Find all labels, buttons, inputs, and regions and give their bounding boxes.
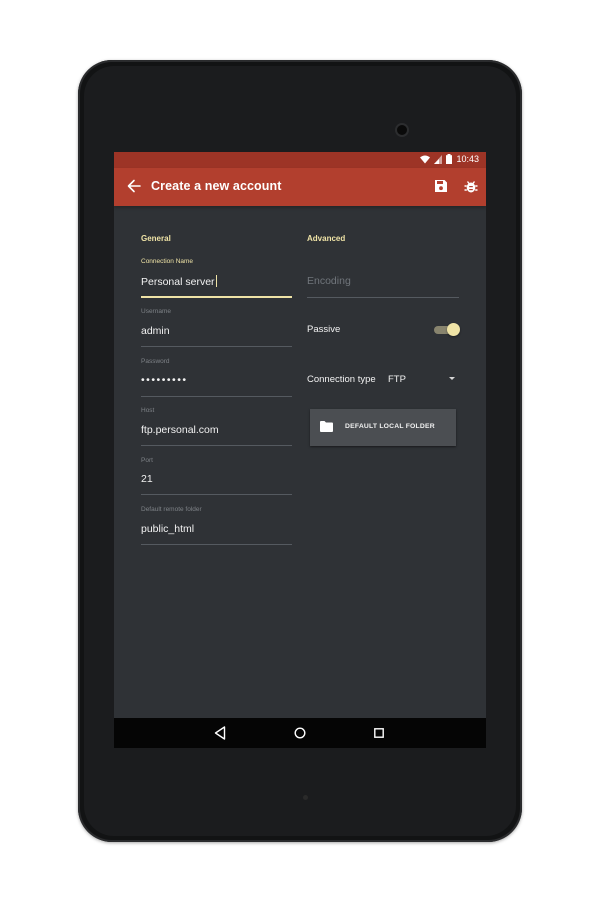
connection-name-label: Connection Name	[141, 258, 194, 265]
password-label: Password	[141, 358, 170, 365]
connection-name-value: Personal server	[141, 276, 215, 288]
host-label: Host	[141, 407, 155, 414]
host-field[interactable]: Host ftp.personal.com	[141, 407, 292, 447]
nav-bar	[114, 718, 486, 748]
host-underline	[141, 445, 292, 446]
form-content: General Connection Name Personal server …	[114, 206, 486, 718]
connection-name-field[interactable]: Connection Name Personal server	[141, 258, 292, 298]
folder-icon	[320, 421, 333, 432]
password-value: •••••••••	[141, 374, 188, 386]
battery-icon	[446, 154, 453, 164]
encoding-underline	[307, 297, 459, 298]
connection-type-label: Connection type	[307, 374, 376, 385]
app-bar: Create a new account	[114, 168, 486, 206]
status-time: 10:43	[456, 154, 479, 164]
light-sensor	[303, 795, 308, 800]
port-label: Port	[141, 457, 153, 464]
status-bar: 10:43	[114, 152, 486, 168]
remote-folder-underline	[141, 544, 292, 545]
default-local-folder-button[interactable]: DEFAULT LOCAL FOLDER	[310, 409, 456, 446]
arrow-back-icon[interactable]	[126, 177, 142, 195]
port-underline	[141, 494, 292, 495]
remote-folder-value: public_html	[141, 523, 195, 535]
username-label: Username	[141, 308, 171, 315]
remote-folder-label: Default remote folder	[141, 506, 202, 513]
text-cursor	[215, 275, 217, 287]
connection-type-select[interactable]: FTP	[388, 374, 406, 385]
save-icon[interactable]	[434, 179, 448, 193]
bug-icon[interactable]	[464, 178, 478, 194]
nav-back-icon[interactable]	[214, 726, 226, 740]
passive-label: Passive	[307, 324, 341, 335]
nav-recents-icon[interactable]	[374, 728, 384, 738]
wifi-icon	[420, 155, 431, 163]
remote-folder-field[interactable]: Default remote folder public_html	[141, 506, 292, 546]
passive-toggle[interactable]	[434, 323, 460, 337]
front-camera	[397, 125, 407, 135]
connection-name-underline	[141, 296, 292, 298]
host-value: ftp.personal.com	[141, 424, 219, 436]
password-underline	[141, 396, 292, 397]
dropdown-arrow-icon[interactable]	[449, 377, 455, 380]
port-value: 21	[141, 473, 153, 485]
toggle-thumb	[447, 323, 460, 336]
signal-icon	[434, 154, 443, 164]
default-local-folder-label: DEFAULT LOCAL FOLDER	[345, 423, 435, 430]
username-underline	[141, 346, 292, 347]
page-title: Create a new account	[151, 179, 282, 193]
screen: 10:43 Create a new account General Conne…	[114, 152, 486, 748]
encoding-input[interactable]: Encoding	[307, 275, 351, 287]
nav-home-icon[interactable]	[294, 727, 306, 739]
advanced-section-title: Advanced	[307, 234, 346, 243]
general-section-title: General	[141, 234, 171, 243]
password-field[interactable]: Password •••••••••	[141, 358, 292, 398]
username-value: admin	[141, 325, 170, 337]
port-field[interactable]: Port 21	[141, 457, 292, 497]
username-field[interactable]: Username admin	[141, 308, 292, 348]
